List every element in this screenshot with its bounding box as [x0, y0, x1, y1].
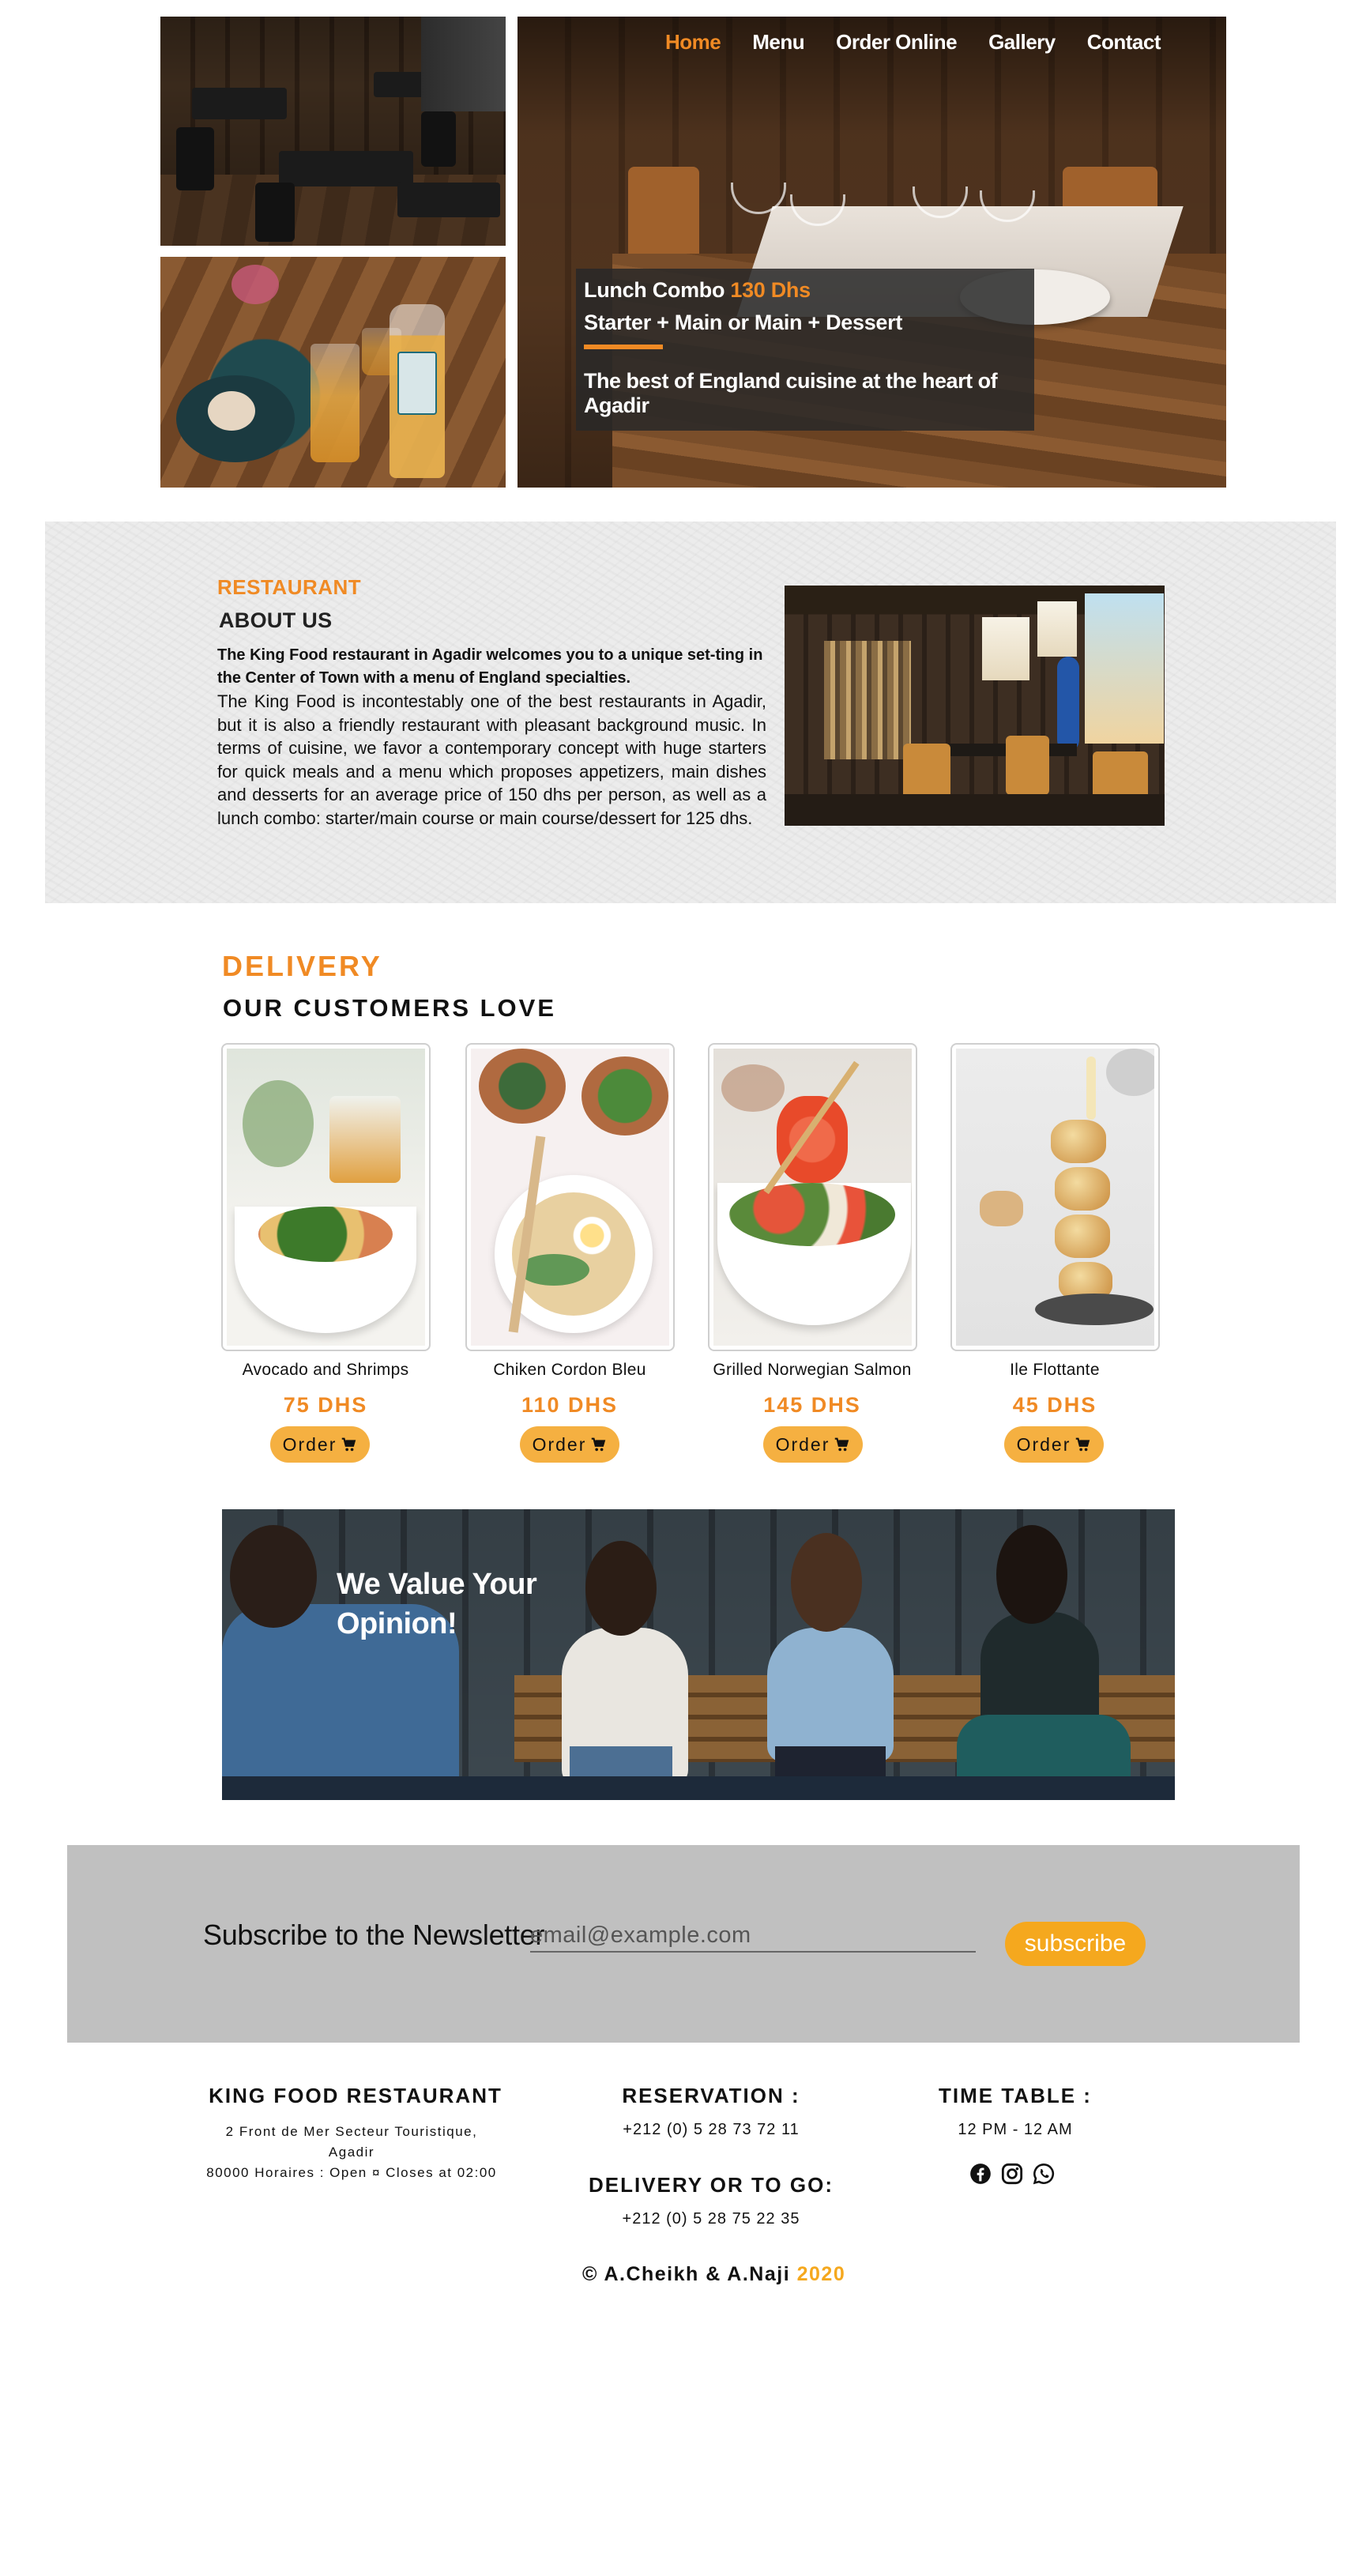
dish-price: 145 DHS — [763, 1393, 861, 1417]
nav-home[interactable]: Home — [665, 30, 721, 57]
order-button-label: Order — [775, 1433, 830, 1455]
dish-name: Avocado and Shrimps — [242, 1361, 409, 1379]
order-button-label: Order — [1016, 1433, 1071, 1455]
dish-price: 45 DHS — [1012, 1393, 1097, 1417]
nav-menu[interactable]: Menu — [752, 30, 804, 57]
nav-gallery[interactable]: Gallery — [988, 30, 1056, 57]
instagram-icon[interactable] — [1001, 2163, 1023, 2185]
delivery-tag: DELIVERY — [222, 950, 382, 982]
social-links — [969, 2163, 1055, 2185]
restaurant-bar-photo — [785, 586, 1165, 826]
facebook-icon[interactable] — [969, 2163, 992, 2185]
copyright-year: 2020 — [796, 2263, 846, 2285]
dish-name: Ile Flottante — [1010, 1361, 1100, 1379]
opinion-heading-line2: Opinion! — [337, 1607, 457, 1640]
footer-address: 2 Front de Mer Secteur Touristique, Agad… — [201, 2122, 502, 2183]
opinion-heading-line1: We Value Your — [337, 1568, 537, 1601]
footer-reservation-phone[interactable]: +212 (0) 5 28 73 72 11 — [553, 2121, 869, 2139]
promo-divider — [584, 345, 663, 349]
order-button[interactable]: Order — [1004, 1426, 1104, 1463]
cart-icon — [342, 1437, 356, 1452]
dish-card-image[interactable] — [221, 1043, 431, 1351]
dish-card-image[interactable] — [465, 1043, 675, 1351]
opinion-banner: We Value Your Opinion! — [222, 1509, 1175, 1800]
cart-icon — [592, 1437, 606, 1452]
about-tag: RESTAURANT — [217, 575, 362, 599]
cart-icon — [1076, 1437, 1090, 1452]
order-button[interactable]: Order — [763, 1426, 863, 1463]
footer-delivery-phone[interactable]: +212 (0) 5 28 75 22 35 — [553, 2210, 869, 2228]
order-button-label: Order — [282, 1433, 337, 1455]
dish-price: 75 DHS — [283, 1393, 368, 1417]
promo-combo-line: Lunch Combo 130 Dhs — [584, 278, 1026, 303]
promo-tagline: The best of England cuisine at the heart… — [584, 369, 998, 417]
dish-name: Chiken Cordon Bleu — [493, 1361, 646, 1379]
delivery-title: OUR CUSTOMERS LOVE — [223, 994, 557, 1022]
newsletter-email-input[interactable] — [530, 1919, 976, 1953]
dish-name: Grilled Norwegian Salmon — [713, 1361, 912, 1379]
newsletter-label: Subscribe to the Newsletter — [203, 1919, 545, 1951]
footer-timetable-title: TIME TABLE : — [939, 2084, 1092, 2107]
cart-icon — [835, 1437, 849, 1452]
restaurant-interior-photo — [160, 17, 506, 246]
footer-address-line2: 80000 Horaires : Open ¤ Closes at 02:00 — [206, 2165, 497, 2180]
opinion-heading: We Value Your Opinion! — [337, 1565, 589, 1644]
footer-delivery-title: DELIVERY OR TO GO: — [588, 2173, 834, 2197]
nav-contact[interactable]: Contact — [1087, 30, 1161, 57]
order-button-label: Order — [532, 1433, 587, 1455]
promo-banner: Lunch Combo 130 Dhs Starter + Main or Ma… — [576, 269, 1034, 431]
footer-address-line1: 2 Front de Mer Secteur Touristique, Agad… — [225, 2124, 478, 2160]
promo-combo-detail: Starter + Main or Main + Dessert — [584, 311, 903, 334]
promo-combo-text: Lunch Combo — [584, 278, 731, 302]
order-button[interactable]: Order — [520, 1426, 619, 1463]
drinks-table-photo — [160, 257, 506, 488]
footer-reservation-title: RESERVATION : — [622, 2084, 800, 2107]
about-title: ABOUT US — [219, 608, 333, 632]
copyright: © A.Cheikh & A.Naji 2020 — [582, 2263, 845, 2286]
main-nav: Home Menu Order Online Gallery Contact — [665, 30, 1161, 57]
nav-order-online[interactable]: Order Online — [836, 30, 957, 57]
about-body: The King Food is incontestably one of th… — [217, 691, 766, 828]
dish-price: 110 DHS — [521, 1393, 619, 1417]
promo-combo-price: 130 Dhs — [730, 278, 811, 302]
footer-restaurant-title: KING FOOD RESTAURANT — [209, 2084, 502, 2107]
dish-card-image[interactable] — [708, 1043, 917, 1351]
subscribe-button[interactable]: subscribe — [1005, 1922, 1146, 1966]
about-lead: The King Food restaurant in Agadir welco… — [217, 646, 763, 687]
order-button[interactable]: Order — [270, 1426, 370, 1463]
copyright-names: © A.Cheikh & A.Naji — [582, 2263, 797, 2285]
dish-card-image[interactable] — [950, 1043, 1160, 1351]
whatsapp-icon[interactable] — [1033, 2163, 1055, 2185]
footer-timetable-hours: 12 PM - 12 AM — [958, 2121, 1073, 2138]
